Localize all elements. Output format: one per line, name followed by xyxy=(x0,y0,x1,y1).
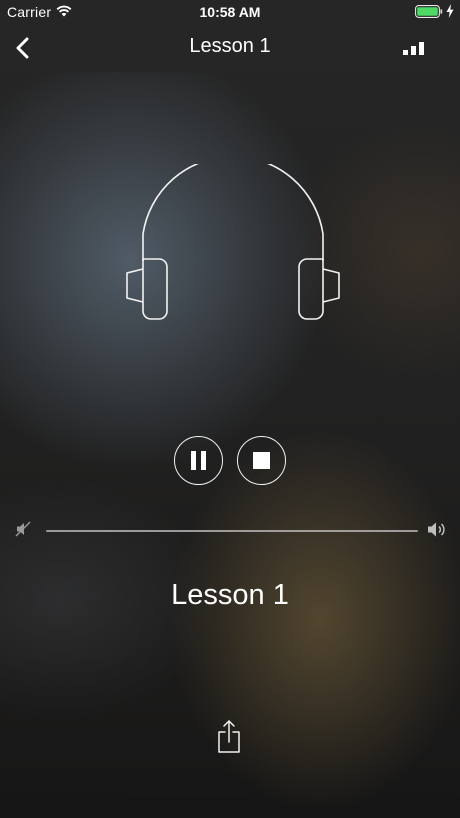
share-button[interactable] xyxy=(212,716,246,756)
status-time: 10:58 AM xyxy=(199,4,261,20)
volume-track xyxy=(46,530,418,532)
back-button[interactable] xyxy=(6,30,42,66)
battery-charging-icon xyxy=(415,5,443,18)
navigation-bar: Lesson 1 xyxy=(0,24,460,72)
track-title: Lesson 1 xyxy=(171,579,289,611)
speaker-loud-icon xyxy=(428,522,445,537)
signal-bars-icon xyxy=(403,42,424,55)
volume-slider[interactable] xyxy=(46,524,418,538)
headphones-icon xyxy=(126,164,340,320)
pause-button[interactable] xyxy=(174,436,223,485)
charging-bolt-icon xyxy=(446,4,454,18)
status-bar: Carrier 10:58 AM xyxy=(0,0,460,24)
page-title: Lesson 1 xyxy=(189,35,271,57)
audio-player-screen: Carrier 10:58 AM Lesson 1 Lesson 1 xyxy=(0,0,460,818)
speaker-muted-icon xyxy=(15,521,31,537)
pause-icon xyxy=(191,451,207,470)
chevron-left-icon xyxy=(16,37,29,59)
stop-icon xyxy=(253,452,270,469)
share-icon xyxy=(218,720,240,753)
stop-button[interactable] xyxy=(237,436,286,485)
levels-button[interactable] xyxy=(398,36,432,62)
